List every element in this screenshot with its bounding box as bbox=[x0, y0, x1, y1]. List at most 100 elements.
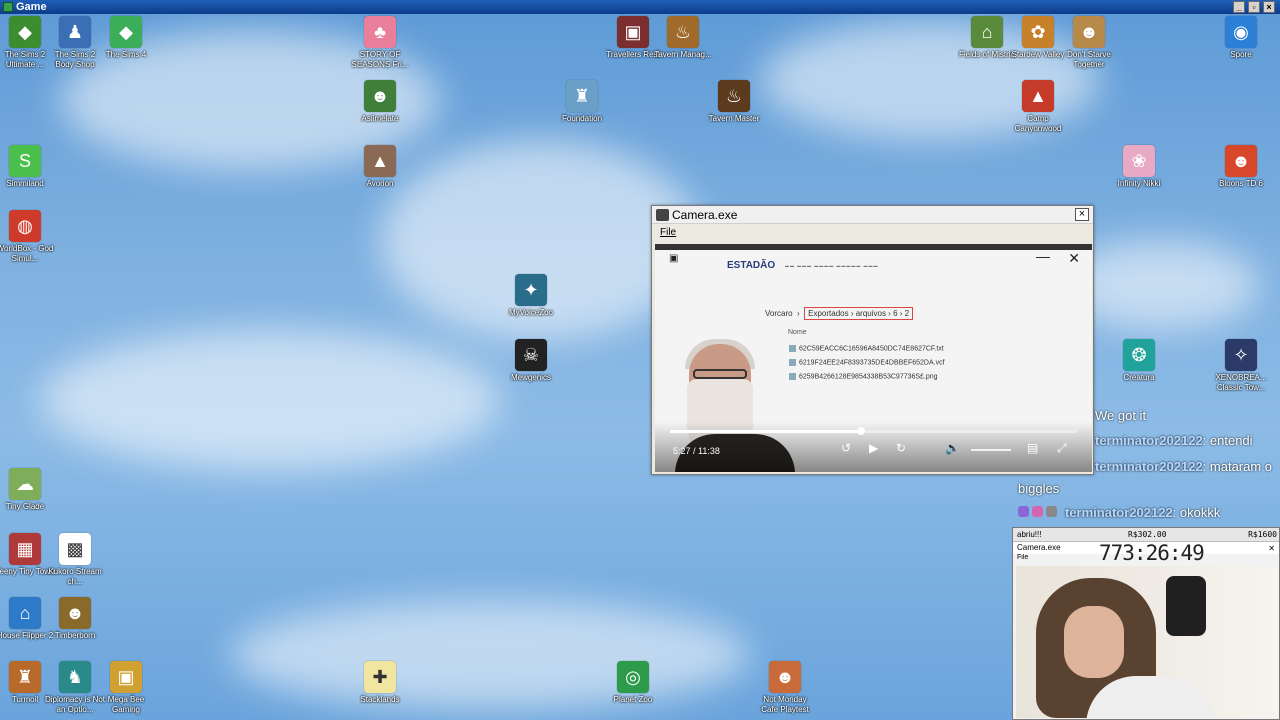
wallpaper-cloud bbox=[40, 330, 500, 470]
app-icon: ⌂ bbox=[971, 16, 1003, 48]
desktop-icon[interactable]: ❀ Infinity Nikki bbox=[1109, 145, 1169, 189]
desktop-icon[interactable]: ✦ MyVoiceZoo bbox=[501, 274, 561, 318]
desktop-icon[interactable]: S Simmiland bbox=[0, 145, 55, 189]
desktop-icon[interactable]: ▲ Camp Canyonwood bbox=[1008, 80, 1068, 134]
desktop-icon[interactable]: ◆ The Sims 4 bbox=[96, 16, 156, 60]
wallpaper-cloud bbox=[230, 600, 750, 710]
progress-fill bbox=[670, 430, 861, 433]
chat-emote-icon bbox=[1045, 506, 1057, 517]
desktop-icon[interactable]: ✚ Stacklands bbox=[350, 661, 410, 705]
breadcrumb: Vorcaro › Exportados › arquivos › 6 › 2 bbox=[765, 307, 914, 320]
camera-menu-bar: File bbox=[652, 224, 1093, 242]
close-icon[interactable]: ✕ bbox=[1068, 250, 1080, 267]
time-label: 5:27 / 11:38 bbox=[673, 446, 720, 456]
camera-window[interactable]: Camera.exe × File ▣ — ✕ ESTADÃO ▬▬ ▬▬▬ ▬… bbox=[651, 205, 1094, 475]
overlay-close-icon[interactable]: ✕ bbox=[1268, 543, 1275, 555]
desktop-icon[interactable]: ▲ Avorion bbox=[350, 145, 410, 189]
menu-file[interactable]: File bbox=[660, 227, 676, 238]
play-icon[interactable]: ▶ bbox=[869, 441, 878, 455]
progress-knob[interactable] bbox=[856, 427, 865, 435]
desktop-icon-label: Camp Canyonwood bbox=[1014, 114, 1062, 133]
desktop-icon-label: The Sims 4 bbox=[105, 50, 147, 59]
chat-emote-icon bbox=[1031, 506, 1043, 517]
desktop-icon[interactable]: ▣ Mega Bee Gaming bbox=[96, 661, 156, 715]
app-icon: ☻ bbox=[769, 661, 801, 693]
desktop-icon[interactable]: ☻ Bloons TD 6 bbox=[1211, 145, 1271, 189]
app-icon: ▦ bbox=[9, 533, 41, 565]
file-item: 6219F24EE24F8393735DE4DBBEF652DA.vcf bbox=[789, 359, 945, 366]
app-icon: ▣ bbox=[110, 661, 142, 693]
volume-icon[interactable]: 🔈 bbox=[945, 441, 960, 455]
desktop-icon-label: Creatura bbox=[1123, 373, 1155, 382]
app-icon: ♟ bbox=[59, 16, 91, 48]
chat-user: terminator202122 bbox=[1095, 433, 1203, 448]
progress-bar[interactable] bbox=[670, 427, 1077, 435]
app-icon: ◉ bbox=[1225, 16, 1257, 48]
fullscreen-icon[interactable]: ⤢ bbox=[1057, 441, 1067, 456]
close-button[interactable]: × bbox=[1263, 1, 1275, 13]
app-title: Game bbox=[16, 1, 47, 13]
desktop-icon-label: Mewgenics bbox=[510, 373, 551, 382]
desktop-icon-label: Not Monday Cafe Playtest bbox=[761, 695, 809, 714]
chat-text: : entendi bbox=[1202, 433, 1253, 448]
volume-slider[interactable] bbox=[971, 449, 1011, 451]
camera-window-close-button[interactable]: × bbox=[1075, 208, 1089, 221]
app-icon: ♜ bbox=[9, 661, 41, 693]
app-icon: ▩ bbox=[59, 533, 91, 565]
app-icon: ◆ bbox=[9, 16, 41, 48]
overlay-menu-file[interactable]: File bbox=[1017, 554, 1028, 561]
desktop-icon-label: STORY OF SEASONS Fri... bbox=[351, 50, 409, 69]
camera-window-titlebar[interactable]: Camera.exe × bbox=[652, 206, 1093, 224]
desktop-icon[interactable]: ◎ Planet Zoo bbox=[603, 661, 663, 705]
app-title-bar: Game _ ▫ × bbox=[0, 0, 1280, 14]
desktop-icon-label: Planet Zoo bbox=[613, 695, 653, 704]
forward-icon[interactable]: ↻ bbox=[896, 441, 906, 455]
camera-window-title: Camera.exe bbox=[672, 208, 738, 222]
maximize-button[interactable]: ▫ bbox=[1248, 1, 1260, 13]
desktop-icon[interactable]: ☻ Don't Starve Together bbox=[1059, 16, 1119, 70]
chat-line: biggles bbox=[1018, 481, 1060, 496]
app-icon: ◎ bbox=[617, 661, 649, 693]
file-name: 6219F24EE24F8393735DE4DBBEF652DA.vcf bbox=[799, 359, 945, 367]
desktop-icon[interactable]: ♣ STORY OF SEASONS Fri... bbox=[350, 16, 410, 70]
desktop-icon[interactable]: ☻ Aslimelate bbox=[350, 80, 410, 124]
chat-line: We got it bbox=[1095, 408, 1147, 423]
desktop-icon-label: Timberborn bbox=[54, 631, 96, 640]
desktop-icon-label: Foundation bbox=[561, 114, 603, 123]
overlay-price: R$302.00 bbox=[1128, 530, 1167, 539]
desktop-icon-label: Tavern Manag... bbox=[654, 50, 712, 59]
desktop-icon[interactable]: ♨ Tavern Master bbox=[704, 80, 764, 124]
minimize-button[interactable]: _ bbox=[1233, 1, 1245, 13]
video-player[interactable]: ▣ — ✕ ESTADÃO ▬▬ ▬▬▬ ▬▬▬▬ ▬▬▬▬▬ ▬▬▬ Vorc… bbox=[655, 244, 1092, 472]
overlay-header: abriu!!! R$302.00 R$1600 bbox=[1013, 528, 1279, 542]
desktop-icon-label: Bloons TD 6 bbox=[1219, 179, 1263, 188]
app-icon: ♞ bbox=[59, 661, 91, 693]
desktop-icon[interactable]: ◉ Spore bbox=[1211, 16, 1271, 60]
rewind-icon[interactable]: ↺ bbox=[841, 441, 851, 455]
file-column-header: Nome bbox=[788, 329, 807, 336]
desktop-icon[interactable]: ☻ Not Monday Cafe Playtest bbox=[755, 661, 815, 715]
news-logo: ESTADÃO bbox=[727, 260, 776, 271]
desktop-icon[interactable]: ◍ WorldBox - God Simul... bbox=[0, 210, 55, 264]
desktop-icon[interactable]: ▩ Kukoro Stream ch... bbox=[45, 533, 105, 587]
desktop-icon-label: Simmiland bbox=[6, 179, 44, 188]
desktop-icon-label: MyVoiceZoo bbox=[508, 308, 554, 317]
app-icon: ✿ bbox=[1022, 16, 1054, 48]
breadcrumb-path: Exportados › arquivos › 6 › 2 bbox=[804, 307, 914, 320]
chat-emote-icon bbox=[1018, 506, 1029, 517]
desktop-icon[interactable]: ☻ Timberborn bbox=[45, 597, 105, 641]
screenshot-icon[interactable]: ▣ bbox=[669, 253, 678, 264]
desktop-icon[interactable]: ♜ Foundation bbox=[552, 80, 612, 124]
overlay-window-title: Camera.exe bbox=[1017, 543, 1061, 552]
app-icon: ☻ bbox=[364, 80, 396, 112]
desktop-icon[interactable]: ☠ Mewgenics bbox=[501, 339, 561, 383]
desktop-icon[interactable]: ✧ XENOBREA... Classic Tow... bbox=[1211, 339, 1271, 393]
minimize-icon[interactable]: — bbox=[1036, 248, 1050, 264]
desktop-icon-label: Mega Bee Gaming bbox=[107, 695, 145, 714]
app-icon: ✚ bbox=[364, 661, 396, 693]
captions-icon[interactable]: ▤ bbox=[1027, 441, 1038, 455]
desktop-icon[interactable]: ❂ Creatura bbox=[1109, 339, 1169, 383]
desktop-icon-label: WorldBox - God Simul... bbox=[0, 244, 54, 263]
desktop-icon[interactable]: ☁ Tiny Glade bbox=[0, 468, 55, 512]
desktop-icon[interactable]: ♨ Tavern Manag... bbox=[653, 16, 713, 60]
